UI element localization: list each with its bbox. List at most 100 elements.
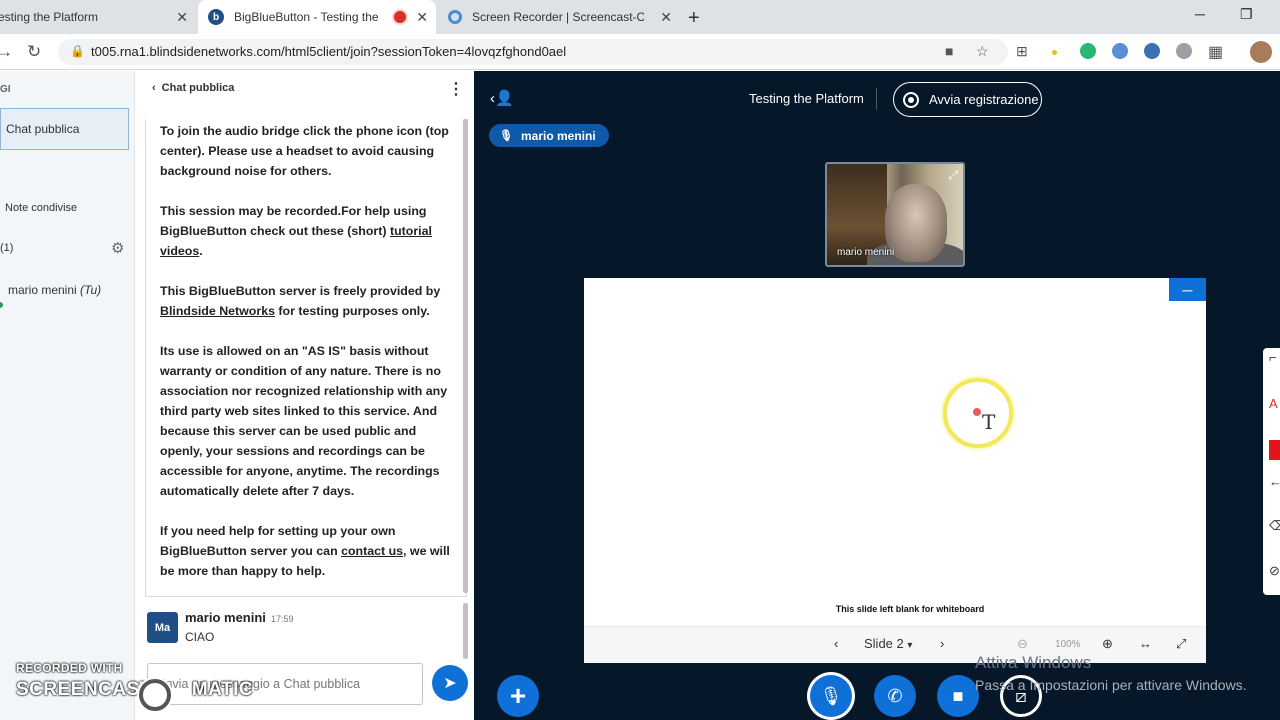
- slide-caption: This slide left blank for whiteboard: [835, 604, 985, 614]
- contact-us-link[interactable]: contact us: [341, 544, 403, 558]
- fullscreen-icon[interactable]: ⤢: [1176, 636, 1186, 652]
- next-slide-icon[interactable]: ›: [940, 636, 944, 651]
- welcome-message: To join the audio bridge click the phone…: [145, 119, 467, 597]
- tab-title: BigBlueButton - Testing the P: [234, 10, 380, 24]
- tab-title: Screen Recorder | Screencast-O-M: [472, 10, 644, 24]
- browser-tab-strip: esting the Platform ✕ b BigBlueButton - …: [0, 0, 1280, 34]
- record-label: Avvia registrazione: [929, 92, 1039, 107]
- send-button[interactable]: ➤: [432, 665, 468, 701]
- chevron-down-icon: ▾: [907, 640, 913, 651]
- message-author: mario menini: [185, 610, 266, 625]
- camera-icon[interactable]: ■: [945, 43, 953, 59]
- talking-indicator[interactable]: 🎙 mario menini: [489, 124, 609, 147]
- user-name: mario menini: [8, 283, 77, 297]
- close-tab-icon[interactable]: ✕: [660, 9, 672, 26]
- panel-heading: GI: [0, 84, 11, 95]
- welcome-paragraph: This BigBlueButton server is freely prov…: [160, 284, 441, 318]
- extension-icon[interactable]: [1144, 43, 1160, 59]
- reload-icon[interactable]: ↻: [27, 42, 41, 62]
- minimize-icon[interactable]: ─: [1195, 6, 1205, 22]
- text-cursor-icon: T: [982, 410, 996, 434]
- user-list-panel: GI Chat pubblica Note condivise (1) ⚙ ma…: [0, 71, 135, 720]
- slide-selector[interactable]: Slide 2 ▾: [864, 636, 912, 651]
- main-presentation-area: ‹👤 Testing the Platform Avvia registrazi…: [474, 71, 1280, 720]
- watermark-line: SCREENCAST MATIC: [16, 679, 254, 700]
- extension-grid-icon[interactable]: ⊞: [1016, 43, 1028, 60]
- trash-icon[interactable]: ⌫: [1269, 518, 1280, 534]
- share-webcam-button[interactable]: ■: [937, 675, 979, 717]
- plus-icon: +: [509, 680, 527, 711]
- recording-indicator-icon: [394, 11, 406, 23]
- webcam-video[interactable]: ⤢ mario menini: [825, 162, 965, 267]
- apps-grid-icon[interactable]: ▦: [1208, 42, 1223, 62]
- phone-icon: ✆: [887, 685, 903, 706]
- fullscreen-icon[interactable]: ⤢: [948, 168, 958, 183]
- chat-title: Chat pubblica: [161, 82, 235, 94]
- mute-microphone-button[interactable]: 🎙: [810, 675, 852, 717]
- chevron-left-icon[interactable]: ‹: [152, 82, 156, 94]
- sidebar-item-public-chat[interactable]: Chat pubblica: [0, 108, 129, 150]
- gear-icon[interactable]: ⚙: [111, 239, 124, 257]
- chat-header[interactable]: ‹ Chat pubblica: [152, 82, 234, 94]
- extension-icon[interactable]: [1176, 43, 1192, 59]
- presence-dot-icon: [0, 302, 3, 308]
- sidebar-item-shared-notes[interactable]: Note condivise: [5, 202, 77, 214]
- whiteboard-slide[interactable]: ─ T This slide left blank for whiteboard…: [584, 278, 1206, 663]
- avatar: Ma: [147, 612, 178, 643]
- extension-icon[interactable]: [1112, 43, 1128, 59]
- undo-icon[interactable]: ←: [1269, 474, 1280, 489]
- browser-tab-active[interactable]: b BigBlueButton - Testing the P ✕: [198, 0, 436, 34]
- fit-width-icon[interactable]: ↔: [1139, 636, 1152, 651]
- webcam-user-name: mario menini: [837, 247, 895, 258]
- user-self-tag: (Tu): [80, 283, 102, 297]
- screencast-favicon-icon: [448, 10, 462, 24]
- bookmark-star-icon[interactable]: ☆: [976, 43, 989, 60]
- talker-name: mario menini: [520, 128, 596, 143]
- leave-audio-button[interactable]: ✆: [874, 675, 916, 717]
- profile-avatar[interactable]: [1250, 41, 1272, 63]
- minimize-presentation-button[interactable]: ─: [1169, 278, 1206, 301]
- scrollbar[interactable]: [463, 119, 468, 593]
- more-options-icon[interactable]: ⋮: [448, 79, 464, 99]
- close-tab-icon[interactable]: ✕: [176, 9, 188, 26]
- welcome-paragraph: If you need help for setting up your own…: [160, 524, 450, 578]
- zoom-in-icon[interactable]: ⊕: [1102, 636, 1113, 652]
- color-tool-icon[interactable]: [1269, 440, 1280, 460]
- close-tab-icon[interactable]: ✕: [416, 9, 428, 26]
- message-text: CIAO: [185, 630, 215, 644]
- welcome-paragraph: Its use is allowed on an "AS IS" basis w…: [160, 344, 448, 498]
- divider: [876, 88, 877, 110]
- previous-slide-icon[interactable]: ‹: [834, 636, 838, 651]
- browser-tab[interactable]: esting the Platform ✕: [0, 0, 196, 34]
- windows-activation-title: Attiva Windows: [975, 653, 1092, 672]
- user-list-item[interactable]: mario menini (Tu): [8, 283, 101, 297]
- multi-user-icon[interactable]: ⊘: [1269, 563, 1280, 579]
- pan-tool-icon[interactable]: ⌐: [1269, 350, 1277, 365]
- browser-tab[interactable]: Screen Recorder | Screencast-O-M ✕: [440, 0, 680, 34]
- lock-icon: 🔒: [70, 44, 85, 58]
- omnibox[interactable]: 🔒 t005.rna1.blindsidenetworks.com/html5c…: [58, 39, 1008, 65]
- forward-icon[interactable]: →: [0, 42, 13, 62]
- watermark-line: RECORDED WITH: [16, 661, 123, 675]
- toggle-user-list-icon[interactable]: ‹👤: [490, 89, 514, 107]
- zoom-out-icon[interactable]: ⊖: [1017, 636, 1028, 652]
- maximize-icon[interactable]: ❐: [1240, 6, 1253, 23]
- extension-icon[interactable]: [1080, 43, 1096, 59]
- screencast-logo-icon: [139, 679, 171, 711]
- text-tool-icon[interactable]: A: [1269, 396, 1278, 411]
- welcome-paragraph: This session may be recorded.For help us…: [160, 204, 432, 258]
- new-tab-icon[interactable]: +: [688, 7, 700, 30]
- scrollbar[interactable]: [463, 603, 468, 659]
- meeting-title: Testing the Platform: [749, 91, 864, 106]
- microphone-icon: 🎙: [499, 130, 513, 142]
- zoom-level[interactable]: 100%: [1055, 639, 1081, 650]
- extension-dot-icon[interactable]: [1052, 50, 1057, 55]
- start-recording-button[interactable]: Avvia registrazione: [893, 82, 1042, 117]
- presentation-toolbar: ‹ Slide 2 ▾ › ⊖ 100% ⊕ ↔ ⤢: [584, 626, 1206, 663]
- blindside-networks-link[interactable]: Blindside Networks: [160, 304, 275, 318]
- actions-plus-button[interactable]: +: [497, 675, 539, 717]
- record-icon: [903, 91, 919, 108]
- welcome-paragraph: To join the audio bridge click the phone…: [160, 124, 449, 178]
- url-text[interactable]: t005.rna1.blindsidenetworks.com/html5cli…: [91, 44, 566, 59]
- windows-activation-text: Passa a Impostazioni per attivare Window…: [975, 677, 1247, 693]
